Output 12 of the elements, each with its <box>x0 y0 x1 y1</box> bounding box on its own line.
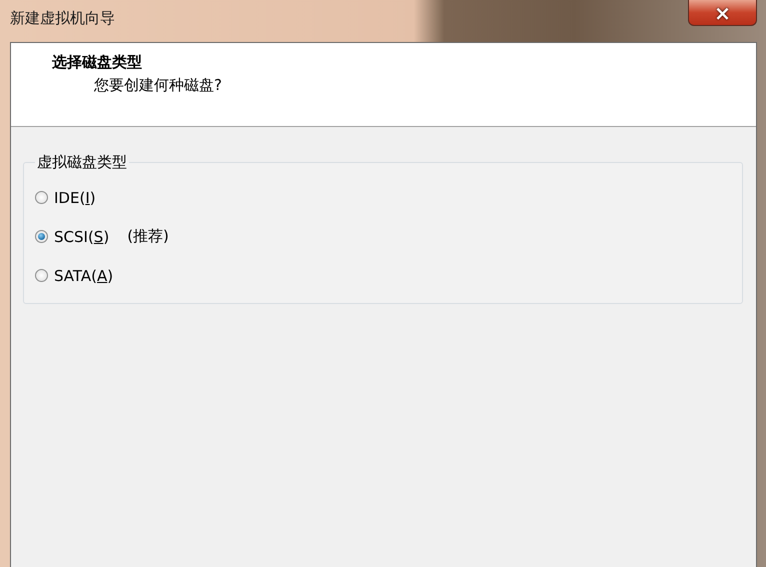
radio-option[interactable]: SCSI(S) <box>35 228 110 246</box>
radio-button[interactable] <box>35 191 48 204</box>
page-subtitle: 您要创建何种磁盘? <box>94 76 223 95</box>
close-button[interactable]: × <box>688 0 757 26</box>
recommended-note: (推荐) <box>127 227 169 246</box>
window-title: 新建虚拟机向导 <box>10 9 115 28</box>
radio-option[interactable]: SATA(A) <box>35 266 114 284</box>
radio-button[interactable] <box>35 269 48 282</box>
page-title: 选择磁盘类型 <box>52 53 143 72</box>
group-label: 虚拟磁盘类型 <box>36 153 128 172</box>
radio-option[interactable]: IDE(I) <box>35 188 96 206</box>
radio-button[interactable] <box>35 230 48 243</box>
